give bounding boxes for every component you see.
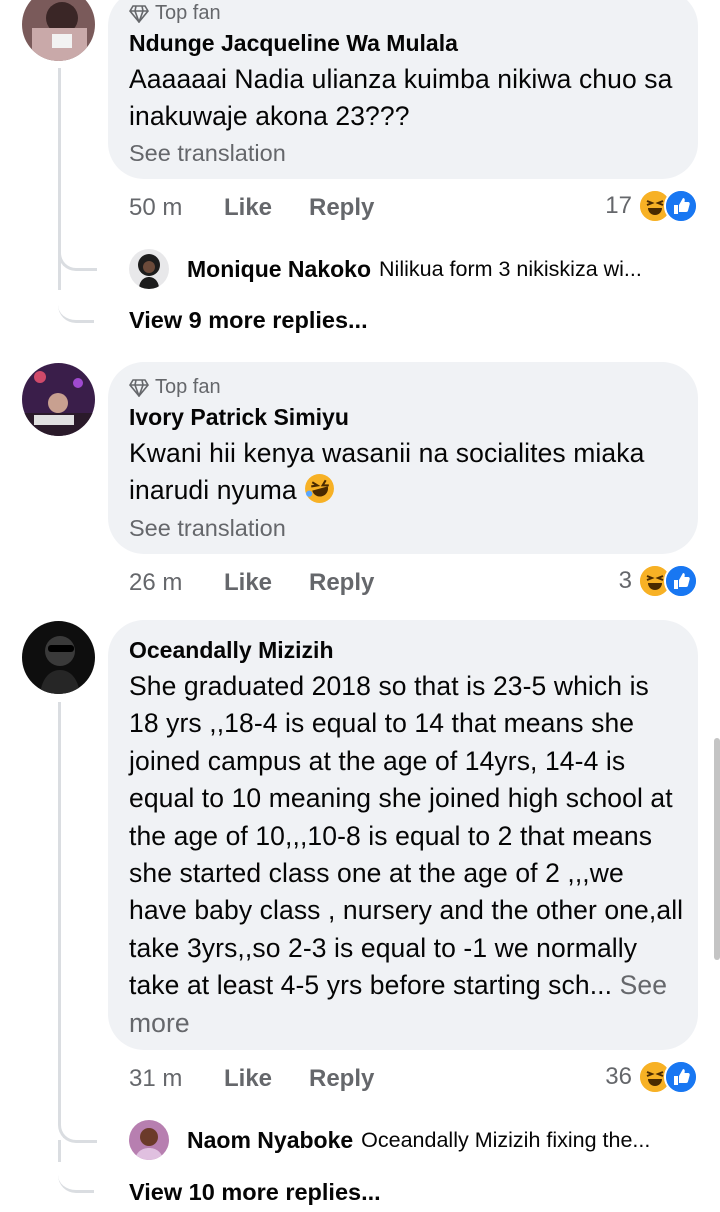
top-fan-label: Top fan [155,2,221,24]
comment-author[interactable]: Ndunge Jacqueline Wa Mulala [129,30,458,57]
diamond-icon [129,378,149,397]
avatar-photo-icon [129,1120,169,1160]
thread-connector [58,238,97,271]
thread-line [58,1140,61,1162]
avatar-oceandally[interactable] [22,621,95,694]
top-fan-badge: Top fan [129,2,221,25]
reply-preview[interactable]: Naom Nyaboke Oceandally Mizizih fixing t… [129,1120,650,1160]
reply-button[interactable]: Reply [309,569,374,597]
reaction-summary[interactable]: 3 [619,564,698,598]
comment-time: 26 m [129,569,183,596]
reaction-count: 17 [605,192,632,219]
thread-line [58,268,61,290]
comment-text: Aaaaaai Nadia ulianza kuimba nikiwa chuo… [129,64,673,132]
reply-author[interactable]: Monique Nakoko [187,256,371,283]
reaction-count: 36 [605,1063,632,1090]
comment-bubble[interactable]: Oceandally Mizizih She graduated 2018 so… [108,620,698,1050]
reply-button[interactable]: Reply [309,1065,374,1093]
top-fan-label: Top fan [155,376,221,398]
reply-preview[interactable]: Monique Nakoko Nilikua form 3 nikiskiza … [129,249,642,289]
comment-time: 31 m [129,1065,183,1092]
reaction-count: 3 [618,567,632,594]
rolling-laughing-emoji-icon [305,474,335,504]
top-fan-badge: Top fan [129,376,221,399]
like-reaction-icon [664,564,698,598]
comment-bubble[interactable]: Top fan Ivory Patrick Simiyu Kwani hii k… [108,362,698,554]
comment-author[interactable]: Oceandally Mizizih [129,637,334,664]
like-button[interactable]: Like [224,194,272,222]
avatar-photo-icon [22,0,95,61]
comment-text: Kwani hii kenya wasanii na socialites mi… [129,435,684,510]
diamond-icon [129,4,149,23]
like-reaction-icon [664,1060,698,1094]
reaction-summary[interactable]: 17 [605,189,698,223]
avatar-naom[interactable] [129,1120,169,1160]
like-button[interactable]: Like [224,569,272,597]
see-translation-link[interactable]: See translation [129,140,286,167]
avatar-monique[interactable] [129,249,169,289]
thread-connector [58,1162,94,1193]
comment-time: 50 m [129,194,183,221]
reply-button[interactable]: Reply [309,194,374,222]
avatar-photo-icon [22,621,95,694]
avatar-ndunge[interactable] [22,0,95,61]
comment-text: She graduated 2018 so that is 23-5 which… [129,668,684,1042]
see-translation-link[interactable]: See translation [129,515,286,542]
reaction-summary[interactable]: 36 [605,1060,698,1094]
reply-author[interactable]: Naom Nyaboke [187,1127,353,1154]
avatar-ivory[interactable] [22,363,95,436]
thread-connector [58,292,94,323]
view-more-replies[interactable]: View 9 more replies... [129,307,368,334]
like-reaction-icon [664,189,698,223]
comment-bubble[interactable]: Top fan Ndunge Jacqueline Wa Mulala Aaaa… [108,0,698,179]
thread-connector [58,1110,97,1143]
thread-line [58,702,61,1122]
like-button[interactable]: Like [224,1065,272,1093]
reply-text: Oceandally Mizizih fixing the... [361,1127,651,1152]
avatar-photo-icon [22,363,95,436]
view-more-replies[interactable]: View 10 more replies... [129,1179,381,1206]
scrollbar[interactable] [714,738,720,960]
comment-text-body: She graduated 2018 so that is 23-5 which… [129,671,684,1001]
reply-text: Nilikua form 3 nikiskiza wi... [379,256,642,281]
comment-author[interactable]: Ivory Patrick Simiyu [129,404,349,431]
avatar-photo-icon [129,249,169,289]
comment-text-body: Kwani hii kenya wasanii na socialites mi… [129,438,645,506]
